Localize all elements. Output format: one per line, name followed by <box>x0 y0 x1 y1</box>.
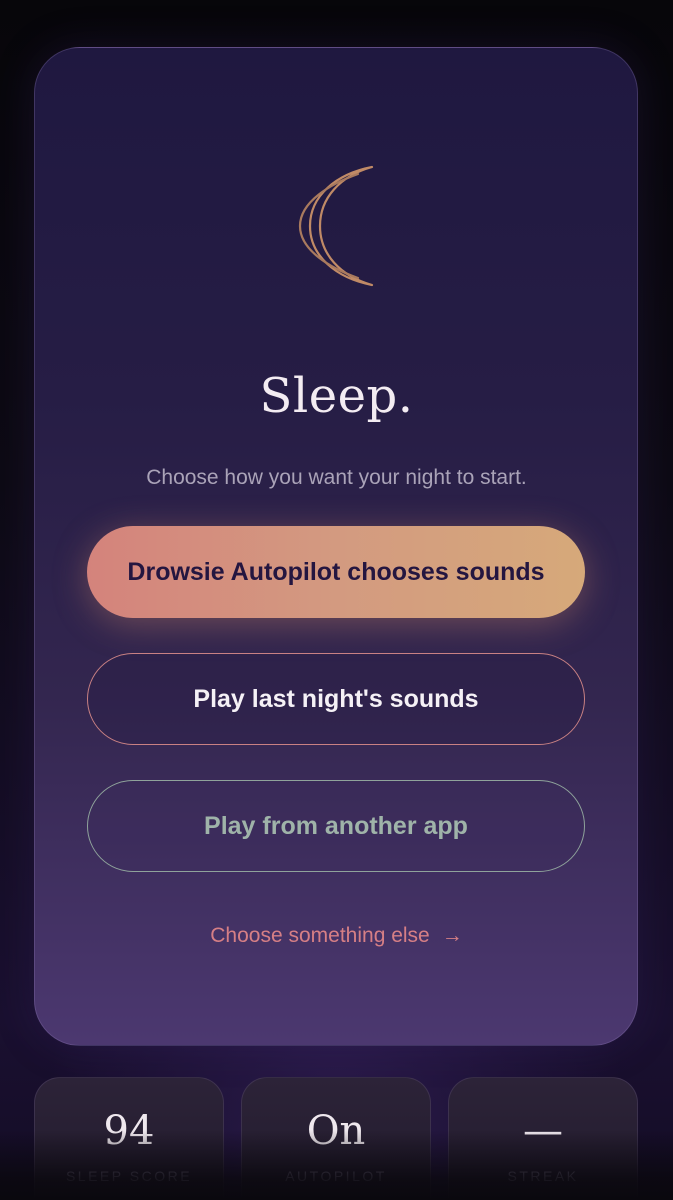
autopilot-label: AUTOPILOT <box>285 1168 387 1184</box>
streak-label: STREAK <box>507 1168 579 1184</box>
choose-something-else-label: Choose something else <box>210 924 430 947</box>
autopilot-value: On <box>306 1108 366 1154</box>
page-title: Sleep. <box>259 368 414 424</box>
choose-something-else-link[interactable]: Choose something else → <box>0 924 673 948</box>
crescent-moon-icon <box>298 165 374 287</box>
play-another-app-button[interactable]: Play from another app <box>87 780 585 872</box>
sleep-score-value: 94 <box>103 1108 155 1154</box>
streak-value: — <box>523 1108 563 1154</box>
page-subtitle: Choose how you want your night to start. <box>146 466 527 489</box>
sleep-score-label: SLEEP SCORE <box>65 1168 193 1184</box>
sleep-score-card[interactable]: 94 SLEEP SCORE <box>34 1077 224 1200</box>
autopilot-button[interactable]: Drowsie Autopilot chooses sounds <box>87 526 585 618</box>
autopilot-card[interactable]: On AUTOPILOT <box>241 1077 431 1200</box>
arrow-right-icon: → <box>441 924 463 947</box>
streak-card[interactable]: — STREAK <box>448 1077 638 1200</box>
play-last-night-button[interactable]: Play last night's sounds <box>87 653 585 745</box>
